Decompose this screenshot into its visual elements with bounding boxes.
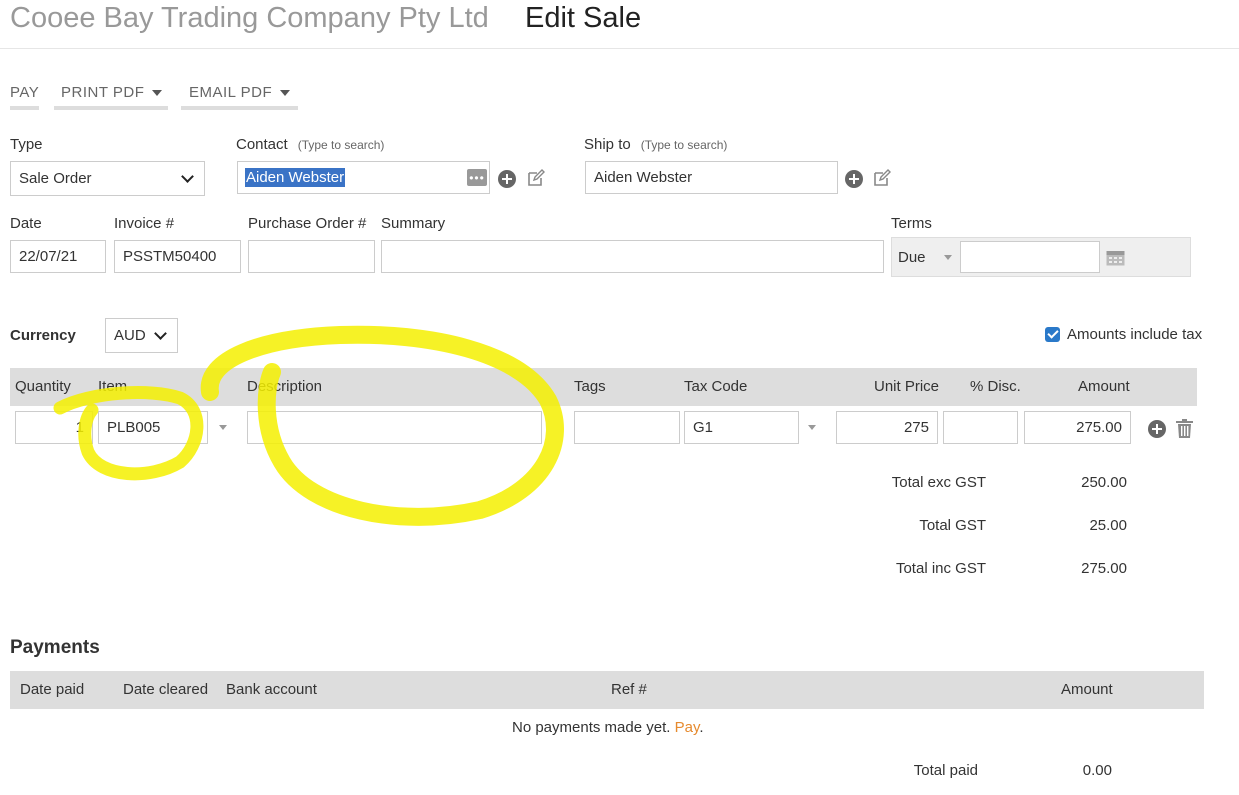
- amounts-include-tax-label: Amounts include tax: [1067, 326, 1203, 343]
- total-inc-gst-value: 275.00: [1081, 560, 1127, 577]
- line-quantity-input[interactable]: 1: [15, 411, 93, 444]
- ellipsis-icon[interactable]: •••: [467, 169, 487, 186]
- po-label: Purchase Order #: [248, 215, 367, 232]
- col-description: Description: [247, 378, 323, 395]
- calendar-icon[interactable]: [1106, 249, 1125, 266]
- summary-label: Summary: [381, 215, 446, 232]
- line-quantity-value: 1: [75, 419, 84, 436]
- plus-circle-icon[interactable]: [1148, 420, 1166, 438]
- ship-to-label: Ship to (Type to search): [584, 136, 727, 153]
- line-unit-price-value: 275: [903, 419, 929, 436]
- currency-label: Currency: [10, 327, 76, 344]
- terms-label: Terms: [891, 215, 932, 232]
- col-payment-amount: Amount: [1061, 681, 1113, 698]
- edit-icon[interactable]: [873, 169, 891, 187]
- type-select-value: Sale Order: [19, 170, 92, 187]
- email-pdf-button[interactable]: EMAIL PDF: [181, 84, 299, 110]
- terms-select[interactable]: Due: [898, 249, 952, 266]
- line-amount-input[interactable]: 275.00: [1024, 411, 1131, 444]
- col-item: Item: [98, 378, 128, 395]
- chevron-down-icon: [154, 326, 167, 340]
- no-payments-text: No payments made yet.: [512, 719, 671, 736]
- ship-to-label-text: Ship to: [584, 136, 631, 153]
- plus-circle-icon[interactable]: [845, 170, 863, 188]
- print-pdf-button[interactable]: PRINT PDF: [54, 84, 169, 110]
- pay-link[interactable]: Pay: [675, 719, 700, 736]
- terms-days-input[interactable]: [960, 241, 1100, 273]
- line-item-input[interactable]: PLB005: [98, 411, 208, 444]
- col-amount: Amount: [1078, 378, 1130, 395]
- contact-label-text: Contact: [236, 136, 288, 153]
- ship-to-input[interactable]: Aiden Webster: [585, 161, 838, 194]
- currency-select-value: AUD: [114, 327, 146, 344]
- total-exc-gst-label: Total exc GST: [891, 474, 986, 491]
- pay-button-label: PAY: [10, 84, 40, 101]
- no-payments-suffix: .: [699, 719, 704, 736]
- col-tags: Tags: [574, 378, 606, 395]
- total-gst-label: Total GST: [919, 517, 986, 534]
- ship-to-hint: (Type to search): [640, 138, 728, 152]
- trash-icon[interactable]: [1176, 419, 1193, 438]
- date-label: Date: [10, 215, 42, 232]
- currency-select[interactable]: AUD: [105, 318, 178, 353]
- terms-select-value: Due: [898, 249, 926, 266]
- caret-down-icon: [152, 90, 163, 96]
- col-date-paid: Date paid: [20, 681, 85, 698]
- col-disc: % Disc.: [970, 378, 1021, 395]
- caret-down-icon: [280, 90, 291, 96]
- line-description-input[interactable]: [247, 411, 542, 444]
- print-pdf-label: PRINT PDF: [61, 84, 145, 101]
- total-gst-value: 25.00: [1089, 517, 1127, 534]
- company-name: Cooee Bay Trading Company Pty Ltd: [10, 2, 489, 34]
- plus-circle-icon[interactable]: [498, 170, 516, 188]
- email-pdf-label: EMAIL PDF: [189, 84, 273, 101]
- line-item-value: PLB005: [107, 419, 161, 436]
- caret-down-icon[interactable]: [219, 425, 227, 430]
- col-bank-account: Bank account: [226, 681, 317, 698]
- caret-down-icon: [943, 255, 952, 260]
- caret-down-icon[interactable]: [808, 425, 816, 430]
- type-select[interactable]: Sale Order: [10, 161, 205, 196]
- edit-icon[interactable]: [527, 169, 545, 187]
- invoice-input[interactable]: PSSTM50400: [114, 240, 241, 273]
- no-payments-message: No payments made yet. Pay.: [512, 719, 704, 736]
- line-tax-code-value: G1: [693, 419, 714, 436]
- type-label: Type: [10, 136, 43, 153]
- pay-button[interactable]: PAY: [10, 84, 40, 110]
- col-quantity: Quantity: [15, 378, 71, 395]
- line-tax-code-input[interactable]: G1: [684, 411, 799, 444]
- total-paid-label: Total paid: [913, 762, 978, 779]
- ship-to-input-value: Aiden Webster: [594, 169, 693, 186]
- total-exc-gst-value: 250.00: [1081, 474, 1127, 491]
- line-disc-input[interactable]: [943, 411, 1018, 444]
- chevron-down-icon: [181, 169, 194, 183]
- col-date-cleared: Date cleared: [123, 681, 209, 698]
- header-divider: [0, 48, 1239, 49]
- contact-input-value: Aiden Webster: [245, 168, 346, 187]
- line-unit-price-input[interactable]: 275: [836, 411, 938, 444]
- invoice-input-value: PSSTM50400: [123, 248, 217, 265]
- payments-title: Payments: [10, 637, 100, 658]
- line-tags-input[interactable]: [574, 411, 680, 444]
- po-input[interactable]: [248, 240, 375, 273]
- line-amount-value: 275.00: [1076, 419, 1122, 436]
- contact-label: Contact (Type to search): [236, 136, 384, 153]
- page-title: Edit Sale: [525, 2, 642, 34]
- total-paid-value: 0.00: [1082, 762, 1112, 779]
- date-input[interactable]: 22/07/21: [10, 240, 106, 273]
- col-ref: Ref #: [611, 681, 647, 698]
- total-inc-gst-label: Total inc GST: [895, 560, 986, 577]
- col-tax-code: Tax Code: [684, 378, 748, 395]
- col-unit-price: Unit Price: [874, 378, 940, 395]
- contact-input[interactable]: Aiden Webster •••: [237, 161, 490, 194]
- date-input-value: 22/07/21: [19, 248, 78, 265]
- amounts-include-tax-checkbox[interactable]: [1045, 327, 1060, 342]
- invoice-label: Invoice #: [114, 215, 175, 232]
- summary-input[interactable]: [381, 240, 884, 273]
- contact-hint: (Type to search): [297, 138, 385, 152]
